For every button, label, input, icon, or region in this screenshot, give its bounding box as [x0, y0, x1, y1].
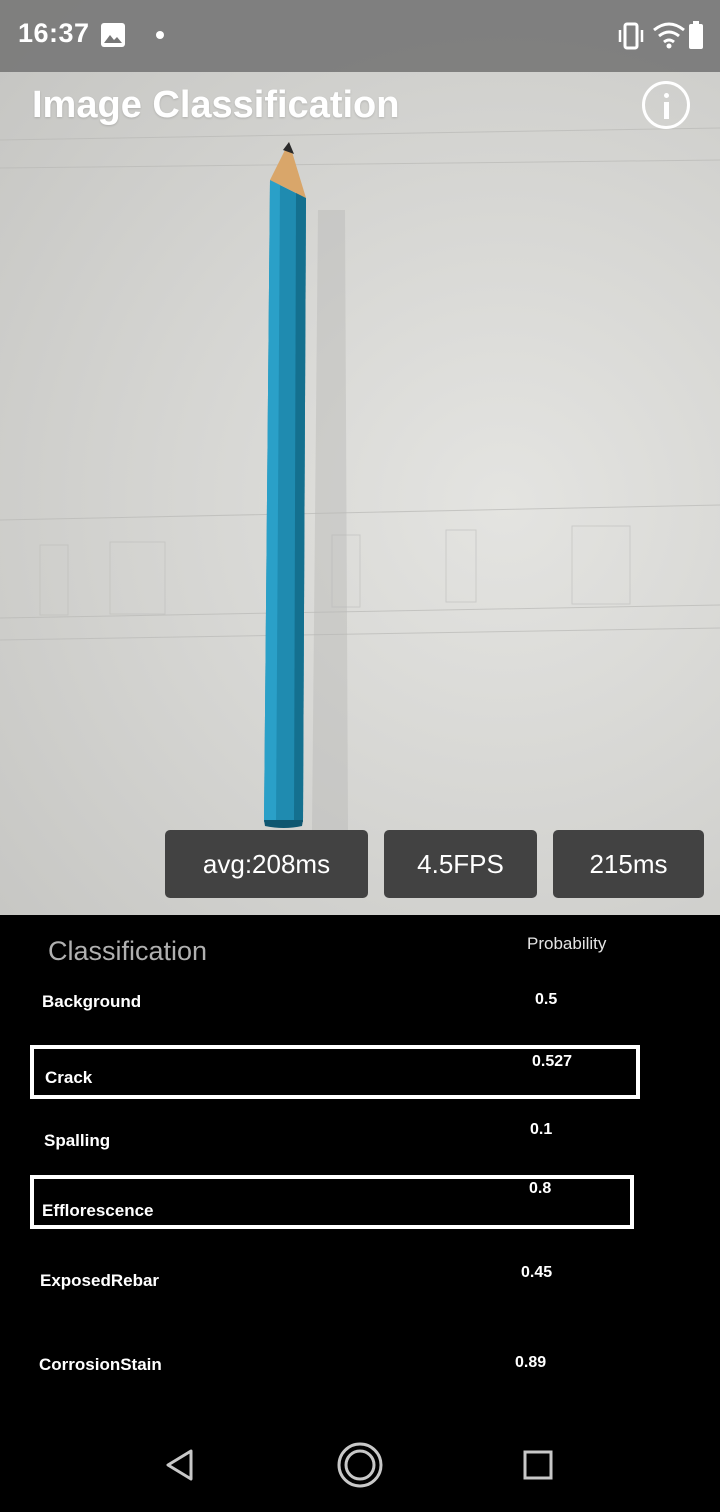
- home-icon[interactable]: [336, 1441, 384, 1489]
- recents-icon[interactable]: [523, 1450, 553, 1480]
- result-value-efflorescence: 0.8: [529, 1180, 552, 1197]
- app-title: Image Classification: [32, 84, 400, 126]
- battery-icon: [689, 21, 703, 49]
- result-value-crack: 0.527: [532, 1053, 573, 1070]
- inference-time: 215ms: [553, 830, 704, 898]
- result-label-exposedrebar: ExposedRebar: [40, 1271, 160, 1290]
- status-time: 16:37: [18, 18, 90, 48]
- result-label-background: Background: [42, 992, 142, 1011]
- image-icon: [101, 23, 125, 47]
- result-value-spalling: 0.1: [530, 1121, 553, 1138]
- result-label-efflorescence: Efflorescence: [42, 1201, 154, 1220]
- classification-header: Classification: [48, 936, 208, 966]
- avg-inference-time: avg:208ms: [165, 830, 368, 898]
- vibrate-icon: [618, 22, 644, 50]
- result-label-spalling: Spalling: [44, 1131, 111, 1150]
- camera-preview: [0, 0, 720, 915]
- result-value-exposedrebar: 0.45: [521, 1264, 553, 1281]
- result-value-background: 0.5: [535, 991, 558, 1008]
- result-label-corrosionstain: CorrosionStain: [39, 1355, 162, 1374]
- result-value-corrosionstain: 0.89: [515, 1354, 547, 1371]
- status-bar: 16:37: [0, 0, 720, 72]
- pencil: [264, 142, 306, 828]
- notification-dot: [156, 31, 164, 39]
- paper-background: [0, 127, 720, 830]
- navigation-bar: [0, 1415, 720, 1512]
- wifi-icon: [653, 22, 685, 49]
- results-panel: Classification Probability Background 0.…: [0, 915, 720, 1415]
- result-label-crack: Crack: [45, 1068, 93, 1087]
- fps-readout: 4.5FPS: [384, 830, 537, 898]
- info-button[interactable]: [642, 81, 690, 129]
- back-icon[interactable]: [164, 1448, 196, 1482]
- probability-header: Probability: [527, 934, 607, 953]
